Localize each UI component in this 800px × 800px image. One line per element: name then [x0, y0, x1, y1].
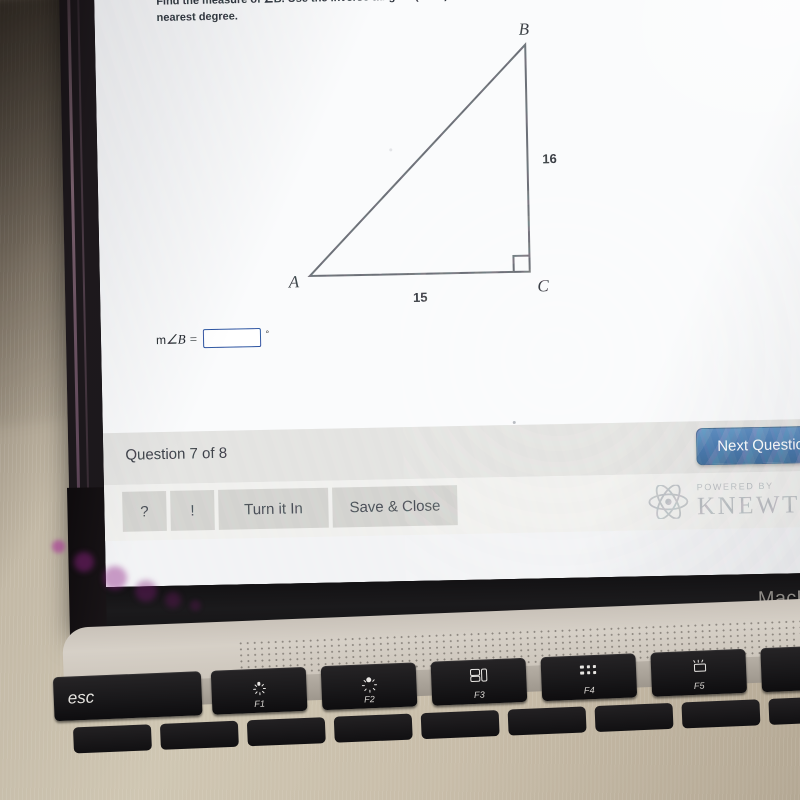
svg-text:C: C — [537, 276, 549, 295]
question-text-pre: Find the measure of — [156, 0, 264, 8]
answer-label-equals: = — [188, 330, 198, 346]
keyboard-backlight-up-icon — [760, 644, 800, 678]
key-row2[interactable] — [594, 702, 674, 733]
knewton-name: KNEWTON — [696, 490, 800, 521]
save-and-close-button[interactable]: Save & Close — [332, 485, 458, 528]
key-f1-label: F1 — [253, 698, 266, 710]
key-row2[interactable] — [246, 717, 326, 747]
key-f6[interactable]: F6 — [760, 644, 800, 693]
key-f1[interactable]: F1 — [210, 666, 308, 715]
keyboard-backlight-down-icon — [650, 649, 746, 683]
key-f2[interactable]: F2 — [320, 662, 418, 711]
key-f2-label: F2 — [363, 694, 376, 705]
angle-b-reference: ∠B — [264, 0, 282, 6]
key-f3-label: F3 — [473, 689, 486, 700]
question-counter: Question 7 of 8 — [125, 444, 228, 464]
key-row2[interactable] — [681, 699, 761, 729]
key-f4-label: F4 — [583, 685, 596, 696]
key-row2[interactable] — [507, 706, 587, 736]
key-row2[interactable] — [72, 724, 152, 754]
question-text-mid: . Use the inverse tangent (tan — [282, 0, 436, 5]
knewton-wordmark: POWERED BY KNEWTON — [696, 480, 800, 521]
key-row2[interactable] — [333, 713, 413, 743]
photograph-of-laptop: Question Find the measure of ∠B. Use the… — [0, 0, 800, 800]
degree-symbol: ° — [265, 328, 270, 339]
triangle-svg: B A C 15 16 — [288, 20, 557, 305]
dust-speck — [512, 420, 516, 424]
next-question-button[interactable]: Next Question — [695, 425, 800, 466]
key-esc[interactable]: esc — [52, 671, 203, 722]
key-esc-label: esc — [67, 687, 95, 708]
turn-it-in-button[interactable]: Turn it In — [218, 487, 329, 530]
answer-label-m: m — [155, 332, 167, 347]
browser-page: Question Find the measure of ∠B. Use the… — [92, 0, 800, 588]
question-content-area: Question Find the measure of ∠B. Use the… — [93, 0, 800, 434]
key-f3[interactable]: F3 — [430, 657, 528, 706]
answer-label: m∠B = — [156, 331, 198, 348]
answer-row: m∠B = ° — [156, 328, 270, 349]
key-row2[interactable] — [159, 720, 239, 750]
svg-text:A: A — [288, 272, 300, 291]
launchpad-icon — [540, 653, 636, 687]
svg-text:15: 15 — [413, 290, 428, 305]
answer-input[interactable] — [202, 328, 261, 349]
help-button[interactable]: ? — [122, 490, 167, 532]
mission-control-icon — [431, 658, 527, 692]
key-row2[interactable] — [420, 710, 500, 740]
key-f5-label: F5 — [693, 680, 705, 691]
knewton-branding: POWERED BY KNEWTON — [647, 480, 800, 520]
svg-text:B: B — [518, 20, 529, 39]
atom-icon — [647, 483, 690, 520]
macbook-laptop: Question Find the measure of ∠B. Use the… — [52, 0, 800, 754]
dust-speck — [389, 148, 393, 152]
triangle-figure: B A C 15 16 — [245, 15, 591, 312]
laptop-screen: Question Find the measure of ∠B. Use the… — [92, 0, 800, 588]
brightness-down-icon — [211, 667, 307, 701]
key-f5[interactable]: F5 — [650, 648, 748, 697]
powered-by-label: POWERED BY — [696, 480, 774, 493]
brightness-up-icon — [321, 662, 417, 696]
key-f4[interactable]: F4 — [540, 653, 638, 702]
svg-text:16: 16 — [542, 151, 557, 166]
answer-label-angle: ∠B — [165, 331, 186, 347]
key-row2[interactable] — [768, 695, 800, 725]
alert-button[interactable]: ! — [170, 489, 215, 531]
